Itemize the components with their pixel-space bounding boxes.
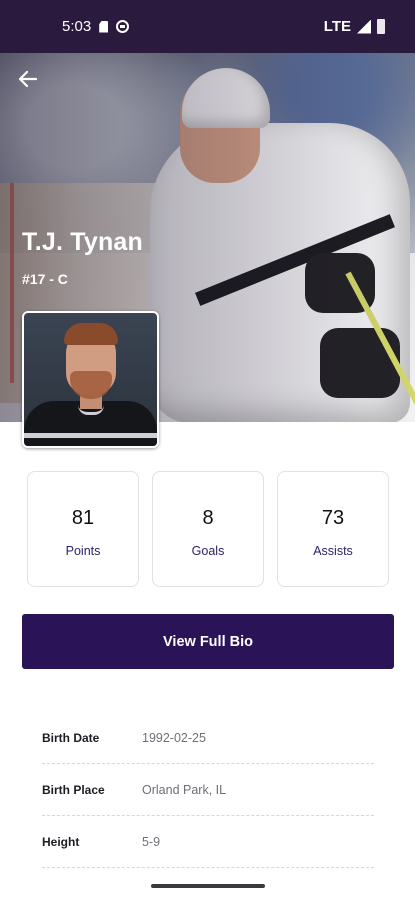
home-indicator[interactable] [151,884,265,888]
network-type: LTE [323,18,351,35]
player-name: T.J. Tynan [22,228,144,256]
player-number-position: #17 - C [22,271,68,287]
stat-card-assists: 73 Assists [277,471,389,587]
stat-value: 81 [71,507,95,529]
arrow-left-icon [18,70,38,88]
stat-card-points: 81 Points [27,471,139,587]
detail-row-birth-date: Birth Date 1992-02-25 [42,712,374,764]
vpn-icon [116,20,130,33]
stat-value: 73 [321,507,345,529]
status-right: LTE [324,18,385,35]
sim-card-icon [99,20,109,33]
signal-icon [357,19,371,34]
stat-value: 8 [202,507,214,529]
detail-row-height: Height 5-9 [42,816,374,868]
detail-value: 1992-02-25 [142,730,206,745]
status-time: 5:03 [62,18,92,35]
stat-label: Assists [313,544,353,558]
player-headshot [22,311,159,448]
headshot-jersey-stripe [24,433,157,438]
stats-summary: 81 Points 8 Goals 73 Assists [27,471,389,587]
status-left: 5:03 [62,18,130,35]
view-full-bio-button[interactable]: View Full Bio [22,614,394,669]
detail-row-birth-place: Birth Place Orland Park, IL [42,764,374,816]
detail-value: Orland Park, IL [142,782,227,797]
detail-label: Height [42,834,80,849]
player-details-list: Birth Date 1992-02-25 Birth Place Orland… [42,712,374,868]
battery-icon [377,19,385,34]
headshot-beard [70,371,112,399]
detail-value: 5-9 [142,834,161,849]
headshot-hair [64,323,118,345]
detail-label: Birth Place [42,782,105,797]
status-bar: 5:03 LTE [0,0,415,53]
detail-label: Birth Date [42,730,100,745]
stat-label: Points [65,544,101,558]
stat-card-goals: 8 Goals [152,471,264,587]
back-button[interactable] [14,65,42,93]
stat-label: Goals [191,544,225,558]
